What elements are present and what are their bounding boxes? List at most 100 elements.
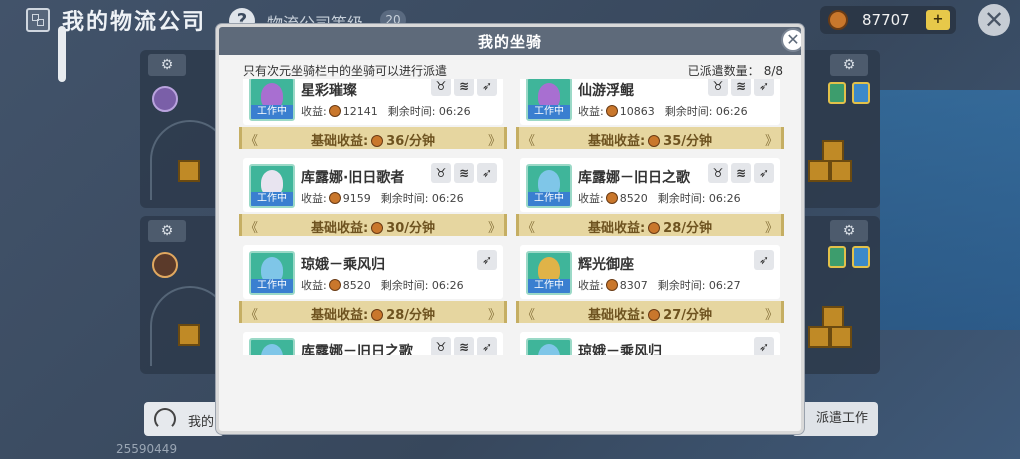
dispatch-count-label: 已派遣数量： — [687, 64, 760, 78]
base-income-bar: 《基础收益: 27/分钟》 — [516, 301, 784, 323]
wave-icon[interactable]: ≋ — [454, 79, 474, 96]
mount-card[interactable]: 工作中 星彩璀璨 收益: 12141 剩余时间: 06:26 ♉ ≋ ➶ — [243, 79, 503, 125]
base-income-bar: 《基础收益: 35/分钟》 — [516, 127, 784, 149]
skill-icons: ➶ — [754, 250, 774, 270]
wing-icon[interactable]: ➶ — [477, 250, 497, 270]
mount-card[interactable]: 工作中 库露娜·旧日歌者 收益: 9159 剩余时间: 06:26 ♉ ≋ ➶ — [243, 158, 503, 212]
my-mounts-modal: 我的坐骑 ✕ 只有次元坐骑栏中的坐骑可以进行派遣 已派遣数量： 8/8 工作中 星彩… — [216, 24, 804, 434]
crate — [822, 306, 844, 328]
income-value: 8520 — [342, 279, 371, 292]
ox-horn-icon[interactable]: ♉ — [431, 163, 451, 183]
wing-icon[interactable]: ➶ — [477, 163, 497, 183]
mount-name: 仙游浮鲲 — [578, 83, 634, 99]
chevron-right-icon: 》 — [764, 308, 778, 323]
crate — [822, 140, 844, 162]
base-income-text: 基础收益: 28/分钟 — [519, 217, 781, 236]
coin-value: 87707 — [862, 11, 910, 29]
base-income-bar: 《基础收益: 28/分钟》 — [516, 214, 784, 236]
gear-icon[interactable]: ⚙ — [148, 54, 186, 76]
ox-horn-icon[interactable]: ♉ — [708, 163, 728, 183]
working-tag: 工作中 — [528, 105, 570, 119]
gear-icon[interactable]: ⚙ — [830, 54, 868, 76]
mount-card[interactable]: 工作中 库露娜－旧日之歌 收益: 8520 剩余时间: 06:26 ♉ ≋ ➶ — [520, 158, 780, 212]
income-value: 9159 — [342, 192, 371, 205]
income-label: 收益: — [578, 192, 604, 205]
gear-icon[interactable]: ⚙ — [830, 220, 868, 242]
mount-avatar: 工作中 — [526, 79, 572, 121]
remaining-label: 剩余时间: — [380, 192, 429, 205]
ox-horn-icon[interactable]: ♉ — [708, 79, 728, 96]
chevron-right-icon: 》 — [487, 134, 501, 149]
dispatch-notice: 只有次元坐骑栏中的坐骑可以进行派遣 — [243, 64, 448, 78]
base-income-text: 基础收益: 35/分钟 — [519, 130, 781, 149]
mount-name: 库露娜－旧日之歌 — [301, 344, 413, 355]
income-value: 12141 — [342, 105, 378, 118]
coin-icon — [648, 135, 661, 147]
coin-icon — [371, 222, 384, 234]
income-label: 收益: — [301, 279, 327, 292]
ox-horn-icon[interactable]: ♉ — [431, 79, 451, 96]
close-icon[interactable]: ✕ — [978, 4, 1010, 36]
wave-icon[interactable]: ≋ — [454, 163, 474, 183]
mount-figure — [538, 344, 560, 355]
working-tag: 工作中 — [251, 105, 293, 119]
wing-icon[interactable]: ➶ — [754, 337, 774, 355]
dispatch-work-button[interactable]: 派遣工作 — [792, 402, 878, 436]
mount-card[interactable]: 工作中 琼娥－乘风归 收益: 8520 剩余时间: 06:26 ➶ — [243, 245, 503, 299]
crate — [830, 160, 852, 182]
my-mounts-tab[interactable]: 我的 — [144, 402, 224, 436]
base-income-text: 基础收益: 30/分钟 — [242, 217, 504, 236]
chevron-right-icon: 》 — [764, 134, 778, 149]
gear-icon[interactable]: ⚙ — [148, 220, 186, 242]
mount-card[interactable]: 工作中 仙游浮鲲收益: 10863 剩余时间: 06:26 ♉ ≋ ➶ — [520, 79, 780, 125]
base-income-text: 基础收益: 27/分钟 — [519, 304, 781, 323]
mount-name: 库露娜·旧日歌者 — [301, 170, 405, 186]
modal-header: 我的坐骑 ✕ — [219, 27, 801, 55]
coin-icon — [648, 309, 661, 321]
mount-avatar: 工作中 — [526, 251, 572, 295]
remaining-value: 06:26 — [705, 192, 741, 205]
remaining-label: 剩余时间: — [664, 105, 713, 118]
card-icon — [828, 246, 846, 268]
base-income-bar: 《基础收益: 30/分钟》 — [239, 214, 507, 236]
base-income-label: 基础收益: — [587, 308, 646, 323]
mount-stats: 收益: 8520 剩余时间: 06:26 — [578, 190, 741, 206]
scroll-handle[interactable] — [58, 26, 66, 82]
coin-icon — [371, 135, 384, 147]
wing-icon[interactable]: ➶ — [754, 79, 774, 96]
crate — [830, 326, 852, 348]
base-income-label: 基础收益: — [310, 308, 369, 323]
wave-icon[interactable]: ≋ — [731, 163, 751, 183]
wing-icon[interactable]: ➶ — [754, 163, 774, 183]
base-income-value: 28/分钟 — [386, 308, 436, 323]
wave-icon[interactable]: ≋ — [454, 337, 474, 355]
mount-name: 库露娜－旧日之歌 — [578, 170, 690, 186]
wing-icon[interactable]: ➶ — [477, 79, 497, 96]
mount-avatar — [249, 338, 295, 355]
mount-list[interactable]: 工作中 星彩璀璨 收益: 12141 剩余时间: 06:26 ♉ ≋ ➶ 《基础收益: 36/分钟… — [239, 79, 787, 355]
scene-water — [880, 90, 1020, 330]
base-income-value: 36/分钟 — [386, 134, 436, 149]
mount-name: 辉光御座 — [578, 257, 634, 273]
mount-avatar: 工作中 — [249, 164, 295, 208]
skill-icons: ➶ — [754, 337, 774, 355]
cart-icon[interactable]: + — [926, 10, 950, 30]
wing-icon[interactable]: ➶ — [477, 337, 497, 355]
base-income-bar: 《基础收益: 28/分钟》 — [239, 301, 507, 323]
mount-card[interactable]: 工作中 辉光御座 收益: 8307 剩余时间: 06:27 ➶ — [520, 245, 780, 299]
close-icon[interactable]: ✕ — [781, 28, 801, 52]
mount-card[interactable]: 琼娥－乘风归 ➶ — [520, 332, 780, 355]
chevron-right-icon: 》 — [487, 221, 501, 236]
wave-icon[interactable]: ≋ — [731, 79, 751, 96]
crate — [178, 324, 200, 346]
avatar — [152, 252, 178, 278]
my-mounts-tab-label: 我的 — [188, 415, 215, 430]
mount-avatar: 工作中 — [249, 79, 295, 121]
ox-horn-icon[interactable]: ♉ — [431, 337, 451, 355]
mount-name: 琼娥－乘风归 — [301, 257, 385, 273]
mount-stats: 收益: 10863 剩余时间: 06:26 — [578, 103, 748, 119]
avatar — [152, 86, 178, 112]
wing-icon[interactable]: ➶ — [754, 250, 774, 270]
grid-home-icon[interactable] — [26, 8, 50, 32]
mount-card[interactable]: 库露娜－旧日之歌 ♉ ≋ ➶ — [243, 332, 503, 355]
